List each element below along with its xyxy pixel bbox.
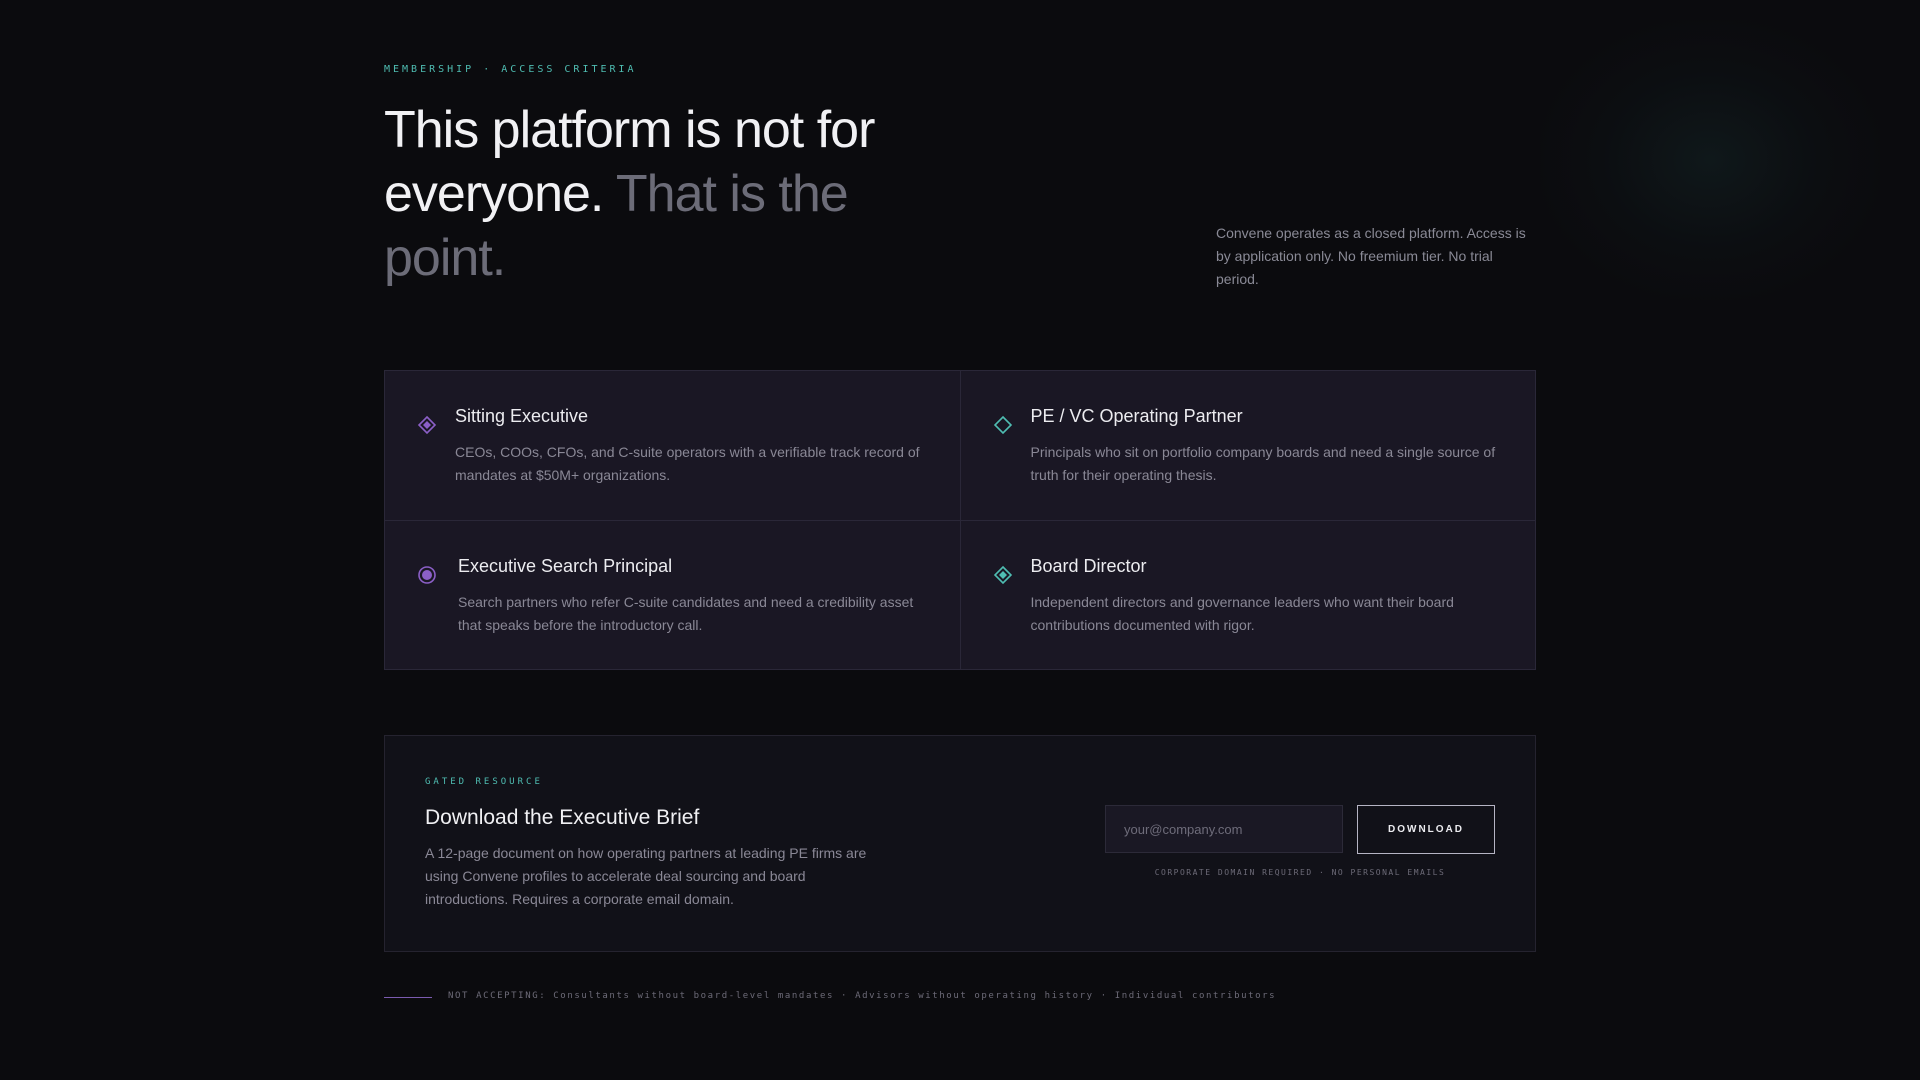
card-title: Sitting Executive bbox=[455, 406, 589, 426]
card-description: Search partners who refer C-suite candid… bbox=[458, 593, 914, 633]
criteria-card-search-principal: Executive Search Principal Search partne… bbox=[385, 520, 960, 669]
card-description: CEOs, COOs, CFOs, and C-suite operators … bbox=[455, 444, 920, 483]
page-headline: This platform is not for everyone. That … bbox=[384, 98, 944, 290]
criteria-card-operating-partner: PE / VC Operating Partner Principals who… bbox=[960, 371, 1535, 520]
brief-description: A 12-page document on how operating part… bbox=[425, 845, 867, 907]
download-note: CORPORATE DOMAIN REQUIRED · NO PERSONAL … bbox=[1154, 868, 1446, 877]
page: MEMBERSHIP · ACCESS CRITERIA This platfo… bbox=[0, 0, 1920, 1080]
card-description: Independent directors and governance lea… bbox=[1030, 593, 1454, 633]
brief-title: Download the Executive Brief bbox=[425, 806, 700, 829]
card-title: PE / VC Operating Partner bbox=[1030, 406, 1243, 426]
card-description: Principals who sit on portfolio company … bbox=[1030, 444, 1496, 483]
email-input[interactable] bbox=[1105, 805, 1343, 853]
footer-divider bbox=[384, 997, 432, 998]
card-title: Board Director bbox=[1030, 555, 1147, 576]
diamond-filled-purple-icon bbox=[417, 415, 437, 435]
section-eyebrow: MEMBERSHIP · ACCESS CRITERIA bbox=[384, 64, 637, 75]
intro-text: Convene operates as a closed platform. A… bbox=[1216, 225, 1526, 287]
criteria-card-sitting-executive: Sitting Executive CEOs, COOs, CFOs, and … bbox=[385, 371, 960, 520]
card-title: Executive Search Principal bbox=[458, 555, 673, 576]
diamond-filled-teal-icon bbox=[993, 565, 1013, 585]
criteria-grid: Sitting Executive CEOs, COOs, CFOs, and … bbox=[384, 370, 1536, 670]
brief-eyebrow: GATED RESOURCE bbox=[425, 777, 543, 787]
download-button[interactable]: DOWNLOAD bbox=[1357, 805, 1495, 854]
diamond-outline-teal-icon bbox=[993, 415, 1013, 435]
circle-target-purple-icon bbox=[417, 565, 437, 585]
background-glow bbox=[1540, 20, 1880, 300]
executive-brief-panel: GATED RESOURCE Download the Executive Br… bbox=[384, 735, 1536, 952]
criteria-card-board-director: Board Director Independent directors and… bbox=[960, 520, 1535, 669]
exclusions-note: NOT ACCEPTING: Consultants without board… bbox=[448, 991, 1277, 1001]
